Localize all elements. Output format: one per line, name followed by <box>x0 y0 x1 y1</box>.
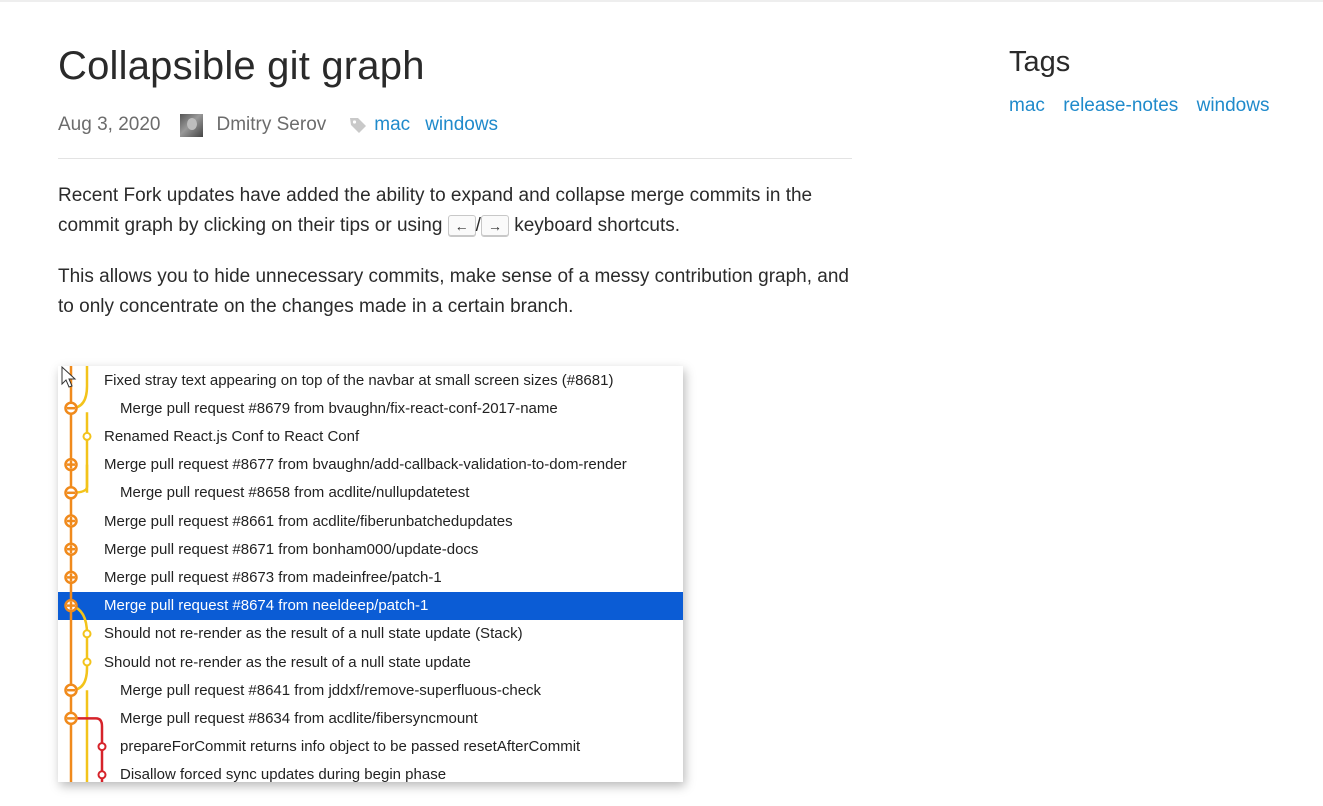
sidebar-tags-title: Tags <box>1009 46 1071 78</box>
commit-node <box>82 431 92 441</box>
commit-message: prepareForCommit returns info object to … <box>120 738 581 756</box>
post-tag-mac[interactable]: mac <box>374 114 410 136</box>
graph-line-branch <box>70 604 89 692</box>
commit-graph-lines <box>64 366 107 782</box>
commit-row[interactable]: Merge pull request #8677 from bvaughn/ad… <box>58 451 683 479</box>
post-meta: Aug 3, 2020 Dmitry Serov mac windows <box>58 112 513 138</box>
commit-message: Merge pull request #8658 from acdlite/nu… <box>120 484 470 502</box>
commit-message: Merge pull request #8661 from acdlite/fi… <box>104 512 513 530</box>
commit-message: Renamed React.js Conf to React Conf <box>104 427 360 445</box>
commit-message: Merge pull request #8634 from acdlite/fi… <box>120 709 478 727</box>
commit-row[interactable]: Merge pull request #8679 from bvaughn/fi… <box>58 394 683 422</box>
commit-message: Fixed stray text appearing on top of the… <box>104 371 614 389</box>
commit-node <box>97 742 107 752</box>
commit-node <box>82 657 92 667</box>
paragraph-1-text: Recent Fork updates have added the abili… <box>58 185 813 236</box>
divider <box>58 158 852 159</box>
commit-message: Should not re-render as the result of a … <box>104 625 523 643</box>
commit-row[interactable]: Merge pull request #8641 from jddxf/remo… <box>58 676 683 704</box>
commit-row[interactable]: Merge pull request #8674 from neeldeep/p… <box>58 591 683 620</box>
post-tag-windows[interactable]: windows <box>425 114 498 136</box>
commit-row[interactable]: Should not re-render as the result of a … <box>58 620 683 648</box>
commit-row[interactable]: Merge pull request #8671 from bonham000/… <box>58 535 683 563</box>
author-avatar <box>180 113 204 137</box>
commit-message: Merge pull request #8674 from neeldeep/p… <box>104 597 429 615</box>
commit-message: Merge pull request #8641 from jddxf/remo… <box>120 681 542 699</box>
post-date: Aug 3, 2020 <box>58 114 161 135</box>
commit-message: Merge pull request #8677 from bvaughn/ad… <box>104 456 627 474</box>
commit-row[interactable]: Should not re-render as the result of a … <box>58 648 683 676</box>
commit-message: Merge pull request #8673 from madeinfree… <box>104 568 442 586</box>
commit-node <box>82 629 92 639</box>
left-arrow-key: ← <box>447 214 476 237</box>
commit-row[interactable]: Disallow forced sync updates during begi… <box>58 761 683 782</box>
commit-node <box>97 770 107 780</box>
mouse-cursor-icon <box>61 366 77 388</box>
tag-icon <box>350 118 367 133</box>
sidebar-tag-mac[interactable]: mac <box>1009 95 1045 116</box>
commit-row[interactable]: Merge pull request #8658 from acdlite/nu… <box>58 479 683 507</box>
commit-message: Merge pull request #8671 from bonham000/… <box>104 540 479 558</box>
commit-message: Merge pull request #8679 from bvaughn/fi… <box>120 399 558 417</box>
commit-row[interactable]: Merge pull request #8634 from acdlite/fi… <box>58 704 683 732</box>
commit-message: Should not re-render as the result of a … <box>104 653 471 671</box>
commit-row[interactable]: Fixed stray text appearing on top of the… <box>58 366 683 394</box>
commit-row[interactable]: Merge pull request #8661 from acdlite/fi… <box>58 507 683 535</box>
sidebar-tags-list: mac release-notes windows <box>1009 95 1282 117</box>
commit-message: Disallow forced sync updates during begi… <box>120 766 447 782</box>
paragraph-1-end: keyboard shortcuts. <box>514 215 681 236</box>
sidebar-tag-release-notes[interactable]: release-notes <box>1063 95 1178 116</box>
commit-graph-screenshot: Fixed stray text appearing on top of the… <box>58 366 683 782</box>
right-arrow-key: → <box>480 214 509 237</box>
top-border <box>0 0 1323 2</box>
post-title: Collapsible git graph <box>58 44 425 88</box>
commit-row[interactable]: prepareForCommit returns info object to … <box>58 733 683 761</box>
commit-row[interactable]: Merge pull request #8673 from madeinfree… <box>58 563 683 591</box>
post-author: Dmitry Serov <box>216 114 327 135</box>
paragraph-1: Recent Fork updates have added the abili… <box>58 181 858 241</box>
paragraph-2: This allows you to hide unnecessary comm… <box>58 266 849 317</box>
commit-row[interactable]: Renamed React.js Conf to React Conf <box>58 422 683 450</box>
sidebar-tag-windows[interactable]: windows <box>1197 95 1270 116</box>
